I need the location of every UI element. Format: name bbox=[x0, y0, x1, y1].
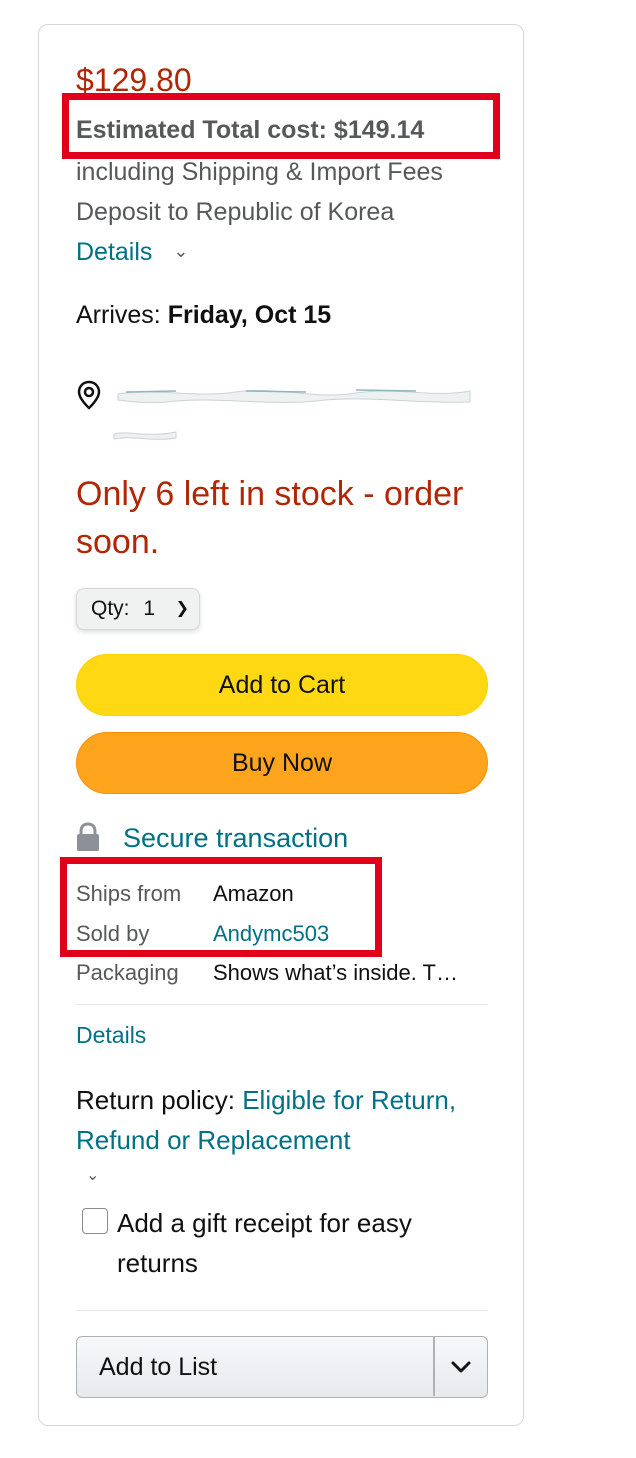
return-policy-label: Return policy: bbox=[76, 1085, 235, 1115]
highlight-box-estimated-total bbox=[62, 93, 500, 159]
add-to-list-label[interactable]: Add to List bbox=[99, 1337, 217, 1397]
packaging-label: Packaging bbox=[76, 960, 179, 985]
add-to-list-button[interactable]: Add to List bbox=[76, 1336, 488, 1398]
redacted-delivery-address-line2 bbox=[113, 431, 177, 440]
divider bbox=[76, 1310, 488, 1311]
chevron-down-icon[interactable]: ⌄ bbox=[86, 1165, 99, 1185]
stock-message: Only 6 left in stock - order soon. bbox=[76, 475, 464, 561]
chevron-down-icon[interactable] bbox=[447, 1353, 475, 1381]
quantity-label: Qty: bbox=[91, 597, 130, 620]
divider bbox=[76, 1004, 488, 1005]
shipping-text: including Shipping & Import Fees Deposit… bbox=[76, 158, 443, 226]
gift-receipt-checkbox[interactable] bbox=[82, 1208, 108, 1234]
highlight-box-seller-info bbox=[60, 857, 382, 957]
arrival-date: Friday, Oct 15 bbox=[167, 301, 332, 329]
shipping-details-link[interactable]: Details bbox=[76, 238, 152, 266]
map-pin-icon[interactable] bbox=[76, 380, 102, 410]
quantity-select[interactable]: Qty: 1 ❯ bbox=[76, 588, 200, 630]
details-link[interactable]: Details bbox=[76, 1020, 146, 1050]
buy-now-button[interactable]: Buy Now bbox=[76, 732, 488, 794]
arrival-info: Arrives: Friday, Oct 15 bbox=[76, 298, 331, 332]
gift-receipt-label[interactable]: Add a gift receipt for easy returns bbox=[117, 1203, 477, 1283]
return-policy: Return policy: Eligible for Return, Refu… bbox=[76, 1080, 486, 1160]
chevron-down-icon: ❯ bbox=[175, 600, 189, 617]
chevron-down-icon[interactable]: ⌄ bbox=[173, 231, 188, 271]
add-to-cart-button[interactable]: Add to Cart bbox=[76, 654, 488, 716]
redacted-delivery-address[interactable] bbox=[116, 382, 472, 404]
packaging-value[interactable]: Shows what’s inside. T… bbox=[213, 958, 458, 988]
secure-transaction-link[interactable]: Secure transaction bbox=[123, 820, 348, 856]
arrives-label: Arrives: bbox=[76, 301, 161, 329]
shipping-info: including Shipping & Import Fees Deposit… bbox=[76, 152, 476, 274]
quantity-value: 1 bbox=[143, 597, 156, 620]
button-divider bbox=[433, 1337, 435, 1396]
lock-icon bbox=[77, 822, 99, 851]
